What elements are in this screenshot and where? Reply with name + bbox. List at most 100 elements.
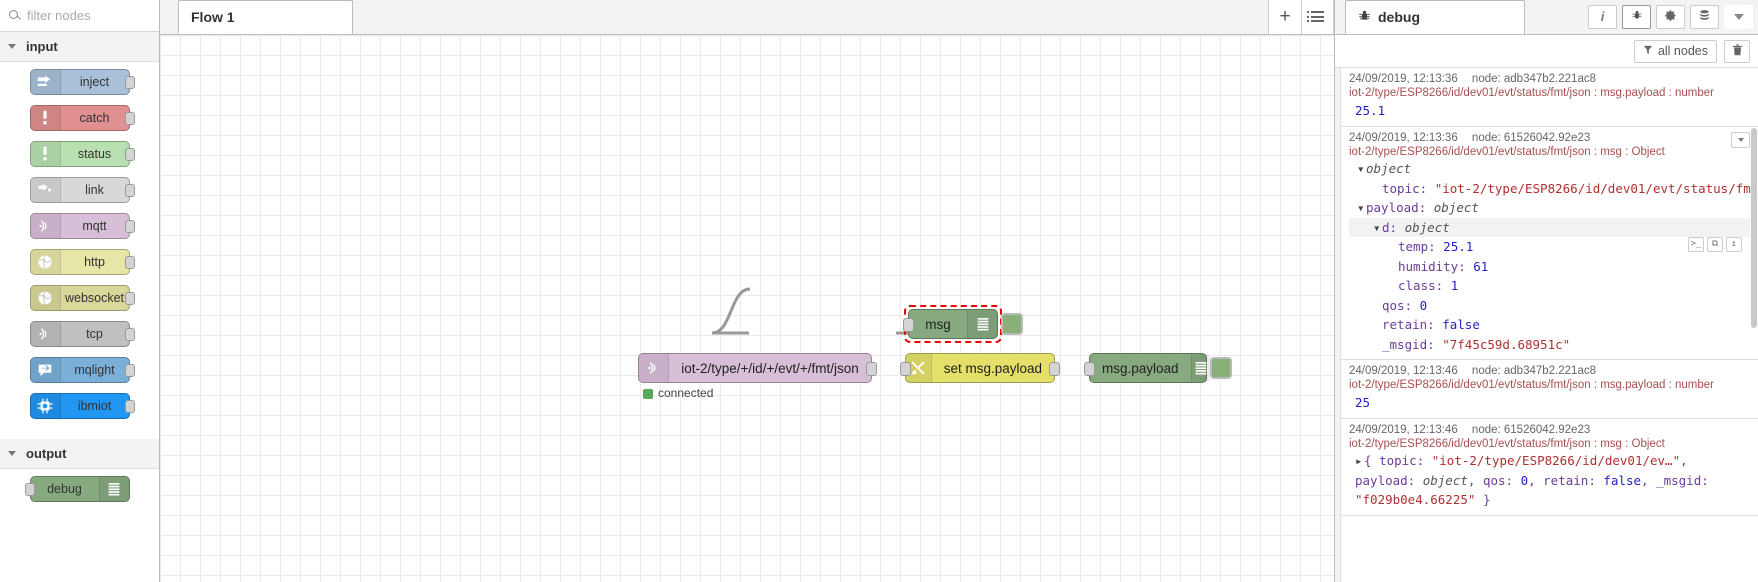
json-row[interactable]: ▾d: object >_ ⧉ ↥ (1349, 217, 1750, 252)
palette-node-link[interactable]: link (29, 177, 135, 203)
json-colon: : (1428, 239, 1444, 254)
node-port-out[interactable] (124, 328, 135, 341)
node-port-out[interactable] (124, 220, 135, 233)
chevron-down-icon (8, 44, 16, 49)
palette-category-input[interactable]: input (0, 32, 159, 62)
debug-message[interactable]: 24/09/2019, 12:13:46 node: adb347b2.221a… (1341, 360, 1758, 419)
mqlight-icon (30, 358, 61, 382)
antenna-icon (30, 214, 61, 238)
palette-node-tcp[interactable]: tcp (29, 321, 135, 347)
context-tab-button[interactable] (1690, 4, 1719, 29)
debug-topic: iot-2/type/ESP8266/id/dev01/evt/status/f… (1349, 87, 1715, 99)
palette-sidebar: input inject catch status link mqtt http websoc… (0, 0, 160, 582)
debug-node-toggle-button[interactable] (1210, 357, 1232, 379)
node-port-in[interactable] (24, 483, 35, 496)
json-row[interactable]: _msgid: "7f45c59d.68951c" (1349, 335, 1750, 355)
debug-message[interactable]: 24/09/2019, 12:13:36 node: adb347b2.221a… (1341, 68, 1758, 127)
json-key: d (1382, 219, 1390, 235)
palette-node-websocket[interactable]: websocket (29, 285, 135, 311)
flow-node-label: msg.payload (1102, 360, 1179, 376)
palette-node-mqtt[interactable]: mqtt (29, 213, 135, 239)
flow-tab-tools: + (1268, 0, 1334, 34)
palette-search[interactable] (0, 0, 159, 32)
palette-node-catch[interactable]: catch (29, 105, 135, 131)
node-output-port[interactable] (866, 362, 877, 376)
flow-canvas[interactable]: iot-2/type/+/id/+/evt/+/fmt/json connecte… (160, 35, 1334, 582)
info-tab-button[interactable]: i (1588, 4, 1617, 29)
debug-node-toggle-button[interactable] (1001, 313, 1023, 335)
palette-node-inject[interactable]: inject (29, 69, 135, 95)
node-port-out[interactable] (124, 364, 135, 377)
caret-open-icon[interactable]: ▾ (1373, 218, 1382, 238)
caret-closed-icon[interactable]: ▸ (1355, 451, 1364, 471)
flow-node-debug-msg[interactable]: msg (903, 309, 998, 339)
json-row[interactable]: ▾object (1349, 159, 1750, 179)
node-status-dot (643, 389, 653, 399)
flow-list-button[interactable] (1301, 0, 1334, 34)
flow-node-change[interactable]: set msg.payload (900, 353, 1060, 383)
json-colon: : (1389, 219, 1405, 235)
json-row[interactable]: retain: false (1349, 315, 1750, 335)
json-row[interactable]: temp: 25.1 (1349, 237, 1750, 257)
node-port-out[interactable] (124, 148, 135, 161)
palette-node-http[interactable]: http (29, 249, 135, 275)
filter-label: all nodes (1657, 44, 1708, 58)
palette-node-mqlight[interactable]: mqlight (29, 357, 135, 383)
json-key: topic (1382, 180, 1420, 196)
add-flow-button[interactable]: + (1268, 0, 1301, 34)
json-key: retain (1382, 317, 1428, 332)
tab-flow-1[interactable]: Flow 1 (178, 0, 353, 34)
palette-category-output[interactable]: output (0, 439, 159, 469)
caret-open-icon[interactable]: ▾ (1357, 159, 1366, 179)
json-row[interactable]: class: 1 (1349, 276, 1750, 296)
debug-object-tree: ▾object topic: "iot-2/type/ESP8266/id/dev… (1349, 159, 1758, 355)
json-row[interactable]: qos: 0 (1349, 296, 1750, 316)
debug-source-node: node: adb347b2.221ac8 (1471, 73, 1596, 85)
filter-all-nodes-button[interactable]: all nodes (1633, 39, 1717, 63)
json-inline-part: , _msgid: (1641, 472, 1709, 488)
node-red-editor: input inject catch status link mqtt http websoc… (0, 0, 1758, 582)
antenna-icon (639, 354, 669, 382)
debug-scroll-thumb[interactable] (1751, 128, 1757, 328)
debug-scrollbar[interactable] (1750, 68, 1758, 582)
more-tabs-button[interactable] (1724, 4, 1753, 29)
node-status-label: connected (658, 386, 714, 400)
trash-icon (1732, 43, 1743, 59)
json-value: 1 (1450, 278, 1459, 293)
node-port-out[interactable] (124, 292, 135, 305)
tab-debug[interactable]: debug (1345, 0, 1525, 34)
node-port-out[interactable] (124, 76, 135, 89)
debug-message[interactable]: 24/09/2019, 12:13:46 node: 61526042.92e2… (1341, 419, 1758, 516)
json-value: false (1442, 317, 1480, 332)
node-input-port[interactable] (903, 318, 914, 332)
sidebar-tab-bar: debug i (1335, 0, 1758, 35)
json-row[interactable]: humidity: 61 (1349, 257, 1750, 277)
node-port-out[interactable] (124, 184, 135, 197)
debug-message-list[interactable]: 24/09/2019, 12:13:36 node: adb347b2.221a… (1335, 68, 1758, 582)
debug-collapse-button[interactable] (1731, 132, 1750, 148)
json-row[interactable]: ▾payload: object (1349, 198, 1750, 218)
node-output-port[interactable] (1049, 362, 1060, 376)
palette-node-label: debug (47, 482, 82, 496)
palette-node-status[interactable]: status (29, 141, 135, 167)
node-input-port[interactable] (900, 362, 911, 376)
json-type: object (1366, 161, 1412, 176)
flow-node-debug-payload[interactable]: msg.payload (1084, 353, 1210, 383)
config-tab-button[interactable] (1656, 4, 1685, 29)
node-port-out[interactable] (124, 112, 135, 125)
clear-debug-button[interactable] (1724, 39, 1750, 63)
json-inline-part: , retain: (1528, 472, 1604, 488)
json-row[interactable]: topic: "iot-2/type/ESP8266/id/dev01/evt/… (1349, 179, 1758, 199)
filter-nodes-input[interactable] (27, 8, 147, 23)
debug-inline-object[interactable]: ▸{ topic: "iot-2/type/ESP8266/id/dev01/e… (1349, 451, 1750, 510)
flow-node-mqtt-in[interactable]: iot-2/type/+/id/+/evt/+/fmt/json (638, 353, 877, 383)
node-input-port[interactable] (1084, 362, 1095, 376)
palette-node-debug[interactable]: debug (24, 476, 130, 502)
palette-node-ibmiot[interactable]: ibmiot (29, 393, 135, 419)
caret-open-icon[interactable]: ▾ (1357, 198, 1366, 218)
node-port-out[interactable] (124, 400, 135, 413)
debug-tab-button[interactable] (1622, 4, 1651, 29)
node-port-out[interactable] (124, 256, 135, 269)
debug-message[interactable]: 24/09/2019, 12:13:36 node: 61526042.92e2… (1341, 127, 1758, 360)
palette-node-label: status (77, 147, 112, 161)
